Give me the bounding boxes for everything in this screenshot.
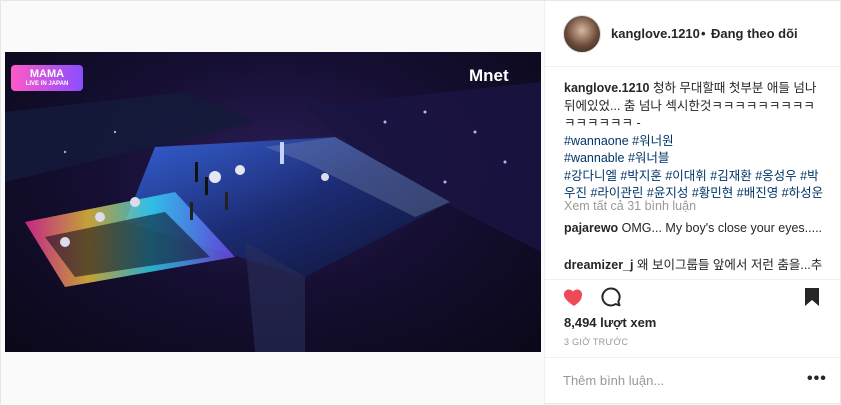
caption-tags-2[interactable]: #wannable #워너블 — [564, 150, 824, 168]
comment-icon[interactable] — [599, 285, 623, 312]
avatar[interactable] — [563, 15, 601, 53]
more-options-icon[interactable]: ••• — [807, 370, 827, 388]
header-username[interactable]: kanglove.1210 — [611, 26, 700, 41]
view-count[interactable]: 8,494 lượt xem — [564, 315, 656, 330]
follow-status-button[interactable]: Đang theo dõi — [711, 26, 798, 41]
comment-username[interactable]: pajarewo — [564, 221, 618, 235]
post-timestamp[interactable]: 3 GIỜ TRƯỚC — [564, 337, 628, 347]
comment-item: pajarewo OMG... My boy's close your eyes… — [564, 220, 824, 238]
mama-logo: MAMA LIVE IN JAPAN — [11, 65, 83, 91]
comment-username[interactable]: dreamizer_j — [564, 258, 633, 272]
comment-text: 왜 보이그룹들 앞에서 저런 춤을...추 — [636, 258, 823, 272]
stage-scene — [5, 82, 541, 352]
heart-icon[interactable] — [562, 285, 586, 312]
post-sidebar: kanglove.1210 • Đang theo dõi kanglove.1… — [544, 1, 841, 405]
caption-username[interactable]: kanglove.1210 — [564, 81, 649, 95]
post-container: MAMA LIVE IN JAPAN Mnet kanglove.1210 • … — [0, 0, 841, 405]
post-caption: kanglove.1210 청하 무대할때 첫부분 애들 넘나 뒤에있었... … — [564, 80, 824, 203]
mnet-logo: Mnet — [469, 66, 509, 85]
comment-item: dreamizer_j 왜 보이그룹들 앞에서 저런 춤을...추 — [564, 257, 824, 275]
caption-tags-1[interactable]: #wannaone #워너원 — [564, 133, 824, 151]
comment-input[interactable] — [563, 373, 793, 388]
comment-text: OMG... My boy's close your eyes..... — [621, 221, 823, 235]
header-separator: • — [701, 26, 706, 41]
media-area: MAMA LIVE IN JAPAN Mnet — [1, 1, 544, 405]
caption-tags-3[interactable]: #강다니엘 #박지훈 #이대휘 #김재환 #옹성우 #박우진 #라이관린 #윤지… — [564, 168, 824, 203]
video-player[interactable]: MAMA LIVE IN JAPAN Mnet — [5, 52, 541, 352]
view-all-comments-link[interactable]: Xem tất cả 31 bình luận — [564, 199, 696, 213]
add-comment-section: ••• — [545, 357, 841, 405]
action-bar — [545, 279, 841, 319]
post-header: kanglove.1210 • Đang theo dõi — [545, 1, 841, 67]
bookmark-icon[interactable] — [801, 285, 823, 312]
